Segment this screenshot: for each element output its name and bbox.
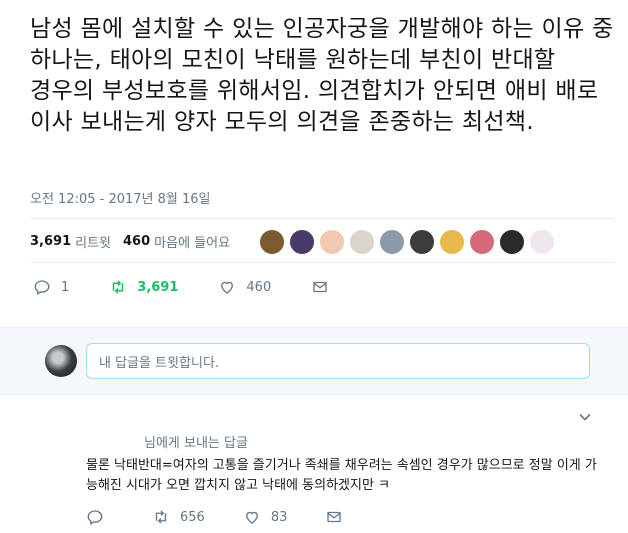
heart-icon: [221, 281, 234, 294]
retweet-count: 656: [180, 509, 205, 525]
reply-placeholder: 내 답글을 트윗합니다.: [99, 355, 220, 371]
retweets-count: 3,691: [30, 233, 72, 249]
avatar-4[interactable]: [349, 229, 375, 255]
tweet-stats: 3,691 리트윗 460 마음에 들어요: [30, 226, 242, 256]
reply-actions: 656 83: [86, 508, 391, 526]
reply-icon: [87, 510, 103, 526]
retweet-button[interactable]: 656: [152, 508, 205, 526]
message-button[interactable]: [311, 278, 339, 296]
retweet-icon: [113, 280, 124, 294]
like-count: 460: [246, 279, 272, 295]
reply-count: 1: [61, 279, 70, 295]
divider: [30, 218, 614, 219]
chevron-down-icon[interactable]: [578, 410, 592, 424]
retweets-stat[interactable]: 3,691 리트윗: [30, 232, 111, 251]
likes-label: 마음에 들어요: [154, 235, 231, 251]
like-button[interactable]: 460: [218, 278, 271, 296]
retweet-button[interactable]: 3,691: [109, 278, 178, 296]
tweet-actions: 1 3,691 460: [33, 278, 379, 296]
envelope-icon: [313, 281, 327, 293]
avatar[interactable]: [45, 345, 77, 377]
like-count: 83: [270, 509, 288, 525]
divider: [30, 262, 614, 263]
avatar-2[interactable]: [289, 229, 315, 255]
likes-count: 460: [123, 233, 151, 249]
heart-icon: [245, 511, 258, 524]
avatar-1[interactable]: [259, 229, 285, 255]
retweet-count: 3,691: [137, 279, 179, 295]
tweet-text: 남성 몸에 설치할 수 있는 인공자궁을 개발해야 하는 이유 중 하나는, 태…: [30, 16, 614, 135]
reply-button[interactable]: [86, 508, 114, 526]
retweet-icon: [155, 510, 167, 524]
likes-stat[interactable]: 460 마음에 들어요: [123, 232, 230, 251]
avatar-3[interactable]: [319, 229, 345, 255]
reply-to-label: 님에게 보내는 답글: [144, 436, 248, 451]
retweets-label: 리트윗: [75, 235, 112, 251]
envelope-icon: [327, 511, 342, 523]
like-button[interactable]: 83: [243, 508, 288, 526]
reply-input[interactable]: 내 답글을 트윗합니다.: [86, 343, 590, 379]
avatar-6[interactable]: [409, 229, 435, 255]
avatar-7[interactable]: [439, 229, 465, 255]
tweet-timestamp[interactable]: 오전 12:05 - 2017년 8월 16일: [30, 188, 211, 207]
reply-icon: [34, 280, 50, 296]
avatar-5[interactable]: [379, 229, 405, 255]
avatar-9[interactable]: [499, 229, 525, 255]
message-button[interactable]: [325, 508, 353, 526]
liker-avatars: [259, 229, 559, 255]
reply-text: 물론 낙태반대=여자의 고통을 즐기거나 족쇄를 채우려는 속셈인 경우가 많으…: [86, 458, 597, 493]
avatar-8[interactable]: [469, 229, 495, 255]
reply-button[interactable]: 1: [33, 278, 69, 296]
avatar-10[interactable]: [529, 229, 555, 255]
